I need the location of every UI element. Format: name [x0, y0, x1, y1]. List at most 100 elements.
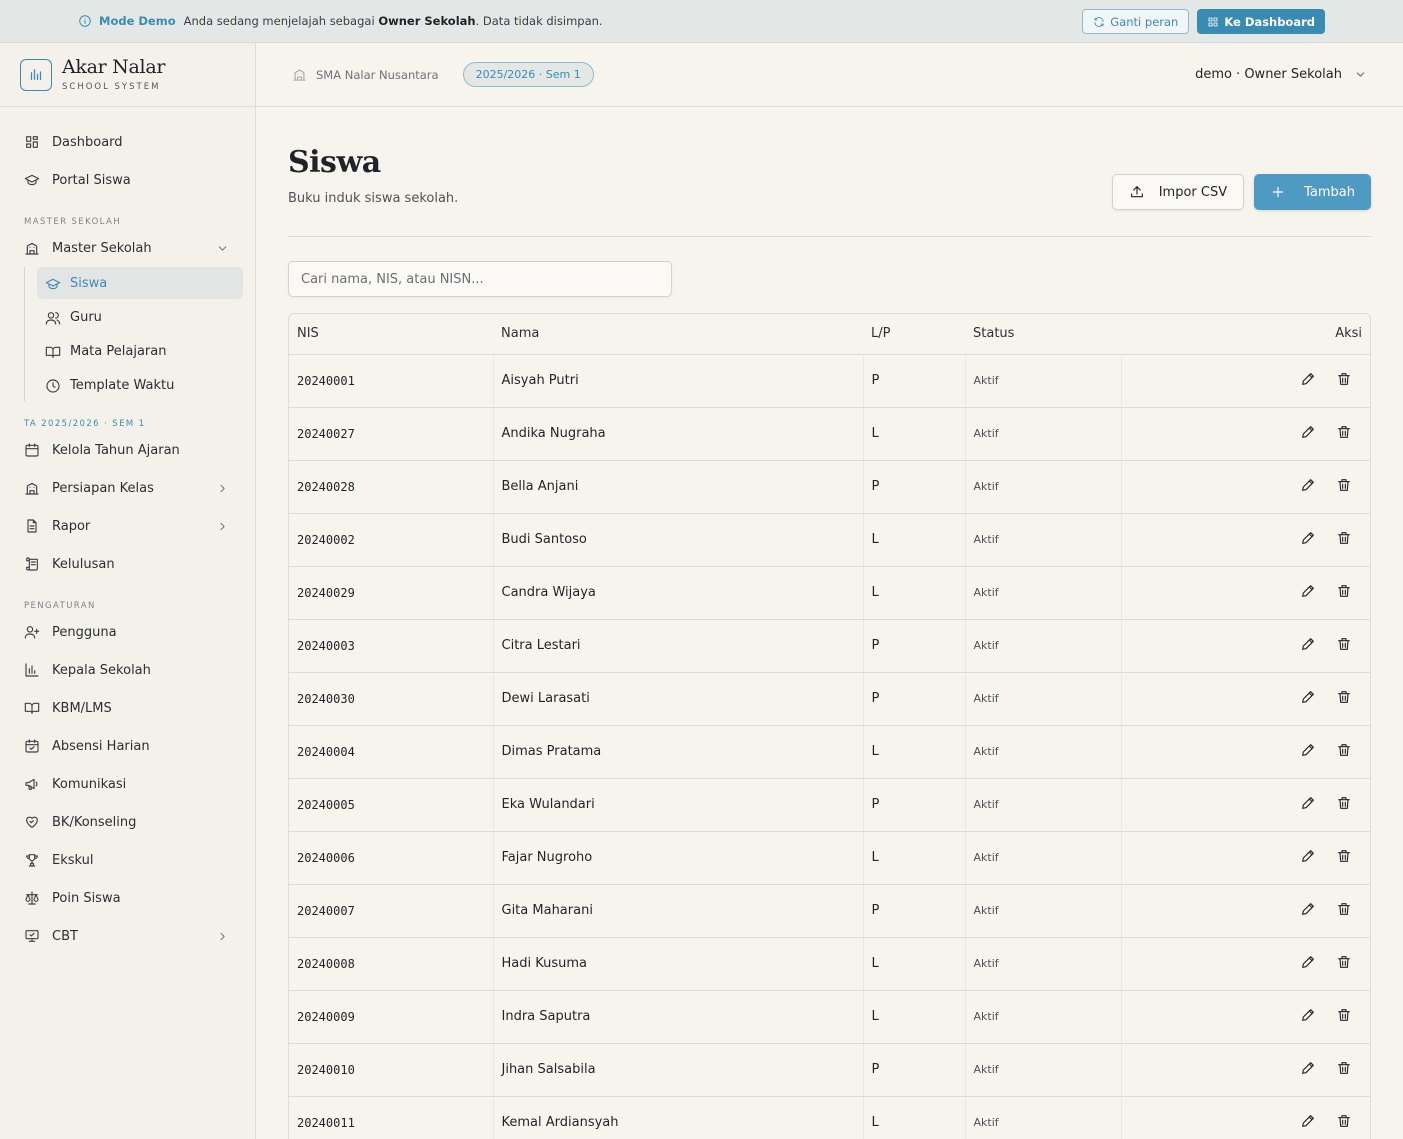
cell-nis: 20240027	[289, 407, 493, 461]
sidebar-item-bk-konseling[interactable]: BK/Konseling	[0, 803, 255, 841]
cell-status: Aktif	[964, 460, 1122, 514]
table-row[interactable]: 20240004 Dimas Pratama L Aktif	[289, 725, 1370, 779]
building-icon	[292, 67, 316, 82]
sidebar-nav: Dashboard Portal Siswa MASTER SEKOLAH Ma…	[0, 107, 255, 955]
delete-trash-icon[interactable]	[1336, 795, 1352, 811]
sidebar-item-cbt[interactable]: CBT	[0, 917, 255, 955]
school-building-icon	[24, 480, 40, 496]
edit-pencil-icon[interactable]	[1300, 424, 1316, 440]
cell-actions	[1120, 884, 1370, 938]
delete-trash-icon[interactable]	[1336, 530, 1352, 546]
delete-trash-icon[interactable]	[1336, 901, 1352, 917]
table-row[interactable]: 20240028 Bella Anjani P Aktif	[289, 460, 1370, 514]
demo-role: Owner Sekolah	[378, 14, 476, 28]
table-row[interactable]: 20240027 Andika Nugraha L Aktif	[289, 407, 1370, 461]
sidebar-item-template-waktu[interactable]: Template Waktu	[37, 369, 243, 401]
cell-nis: 20240028	[289, 460, 493, 514]
demo-banner: Mode Demo Anda sedang menjelajah sebagai…	[0, 0, 1403, 43]
edit-pencil-icon[interactable]	[1300, 689, 1316, 705]
edit-pencil-icon[interactable]	[1300, 1007, 1316, 1023]
cell-status: Aktif	[964, 778, 1122, 832]
edit-pencil-icon[interactable]	[1300, 636, 1316, 652]
sidebar-item-kelola-tahun-ajaran[interactable]: Kelola Tahun Ajaran	[0, 431, 255, 469]
delete-trash-icon[interactable]	[1336, 848, 1352, 864]
table-row[interactable]: 20240030 Dewi Larasati P Aktif	[289, 672, 1370, 726]
import-csv-button[interactable]: Impor CSV	[1111, 174, 1245, 210]
edit-pencil-icon[interactable]	[1300, 477, 1316, 493]
chevron-right-icon	[216, 482, 229, 495]
delete-trash-icon[interactable]	[1336, 742, 1352, 758]
delete-trash-icon[interactable]	[1336, 636, 1352, 652]
cell-nis: 20240007	[289, 884, 493, 938]
sidebar-item-label: Persiapan Kelas	[52, 480, 154, 496]
switch-role-button[interactable]: Ganti peran	[1082, 9, 1190, 34]
sidebar-item-poin-siswa[interactable]: Poin Siswa	[0, 879, 255, 917]
edit-pencil-icon[interactable]	[1300, 795, 1316, 811]
sidebar-item-ekskul[interactable]: Ekskul	[0, 841, 255, 879]
table-row[interactable]: 20240029 Candra Wijaya L Aktif	[289, 566, 1370, 620]
column-header-nis[interactable]: NIS	[289, 314, 493, 355]
add-student-button[interactable]: Tambah	[1254, 174, 1371, 210]
sidebar-item-portal-siswa[interactable]: Portal Siswa	[0, 161, 255, 199]
delete-trash-icon[interactable]	[1336, 371, 1352, 387]
cell-lp: L	[862, 990, 965, 1044]
sidebar-item-kepala-sekolah[interactable]: Kepala Sekolah	[0, 651, 255, 689]
column-header-lp[interactable]: L/P	[863, 314, 965, 355]
edit-pencil-icon[interactable]	[1300, 954, 1316, 970]
table-row[interactable]: 20240009 Indra Saputra L Aktif	[289, 990, 1370, 1044]
column-header-nama[interactable]: Nama	[493, 314, 863, 355]
sidebar: Akar Nalar SCHOOL SYSTEM Dashboard Porta…	[0, 43, 256, 1139]
users-icon	[45, 310, 61, 325]
sidebar-item-absensi-harian[interactable]: Absensi Harian	[0, 727, 255, 765]
sidebar-item-komunikasi[interactable]: Komunikasi	[0, 765, 255, 803]
table-row[interactable]: 20240011 Kemal Ardiansyah L Aktif	[289, 1096, 1370, 1139]
refresh-icon	[1093, 16, 1105, 28]
table-row[interactable]: 20240008 Hadi Kusuma L Aktif	[289, 937, 1370, 991]
cell-lp: P	[862, 460, 965, 514]
sidebar-item-master-sekolah[interactable]: Master Sekolah	[0, 229, 255, 267]
delete-trash-icon[interactable]	[1336, 583, 1352, 599]
edit-pencil-icon[interactable]	[1300, 530, 1316, 546]
cell-status: Aktif	[964, 354, 1122, 408]
sidebar-item-persiapan-kelas[interactable]: Persiapan Kelas	[0, 469, 255, 507]
table-row[interactable]: 20240010 Jihan Salsabila P Aktif	[289, 1043, 1370, 1097]
import-csv-label: Impor CSV	[1158, 184, 1228, 200]
delete-trash-icon[interactable]	[1336, 1113, 1352, 1129]
table-row[interactable]: 20240001 Aisyah Putri P Aktif	[289, 354, 1370, 408]
table-row[interactable]: 20240005 Eka Wulandari P Aktif	[289, 778, 1370, 832]
term-badge[interactable]: 2025/2026 · Sem 1	[462, 62, 594, 87]
delete-trash-icon[interactable]	[1336, 954, 1352, 970]
search-input[interactable]	[288, 261, 672, 297]
edit-pencil-icon[interactable]	[1300, 371, 1316, 387]
sidebar-item-pengguna[interactable]: Pengguna	[0, 613, 255, 651]
sidebar-item-mata-pelajaran[interactable]: Mata Pelajaran	[37, 335, 243, 367]
delete-trash-icon[interactable]	[1336, 477, 1352, 493]
delete-trash-icon[interactable]	[1336, 424, 1352, 440]
table-row[interactable]: 20240007 Gita Maharani P Aktif	[289, 884, 1370, 938]
sidebar-item-dashboard[interactable]: Dashboard	[0, 123, 255, 161]
user-menu[interactable]: demo · Owner Sekolah	[1195, 67, 1367, 82]
table-row[interactable]: 20240003 Citra Lestari P Aktif	[289, 619, 1370, 673]
table-row[interactable]: 20240002 Budi Santoso L Aktif	[289, 513, 1370, 567]
sidebar-item-rapor[interactable]: Rapor	[0, 507, 255, 545]
sidebar-item-kbm-lms[interactable]: KBM/LMS	[0, 689, 255, 727]
brand[interactable]: Akar Nalar SCHOOL SYSTEM	[0, 43, 255, 107]
delete-trash-icon[interactable]	[1336, 689, 1352, 705]
column-header-status[interactable]: Status	[965, 314, 1122, 355]
edit-pencil-icon[interactable]	[1300, 848, 1316, 864]
sidebar-item-guru[interactable]: Guru	[37, 301, 243, 333]
edit-pencil-icon[interactable]	[1300, 1113, 1316, 1129]
to-dashboard-button[interactable]: Ke Dashboard	[1197, 9, 1325, 34]
delete-trash-icon[interactable]	[1336, 1060, 1352, 1076]
sidebar-item-kelulusan[interactable]: Kelulusan	[0, 545, 255, 583]
calendar-icon	[24, 442, 40, 458]
delete-trash-icon[interactable]	[1336, 1007, 1352, 1023]
table-row[interactable]: 20240006 Fajar Nugroho L Aktif	[289, 831, 1370, 885]
edit-pencil-icon[interactable]	[1300, 583, 1316, 599]
sidebar-item-siswa[interactable]: Siswa	[37, 267, 243, 299]
edit-pencil-icon[interactable]	[1300, 901, 1316, 917]
sidebar-item-label: Guru	[70, 309, 102, 325]
edit-pencil-icon[interactable]	[1300, 742, 1316, 758]
demo-text-post: . Data tidak disimpan.	[475, 14, 603, 28]
edit-pencil-icon[interactable]	[1300, 1060, 1316, 1076]
